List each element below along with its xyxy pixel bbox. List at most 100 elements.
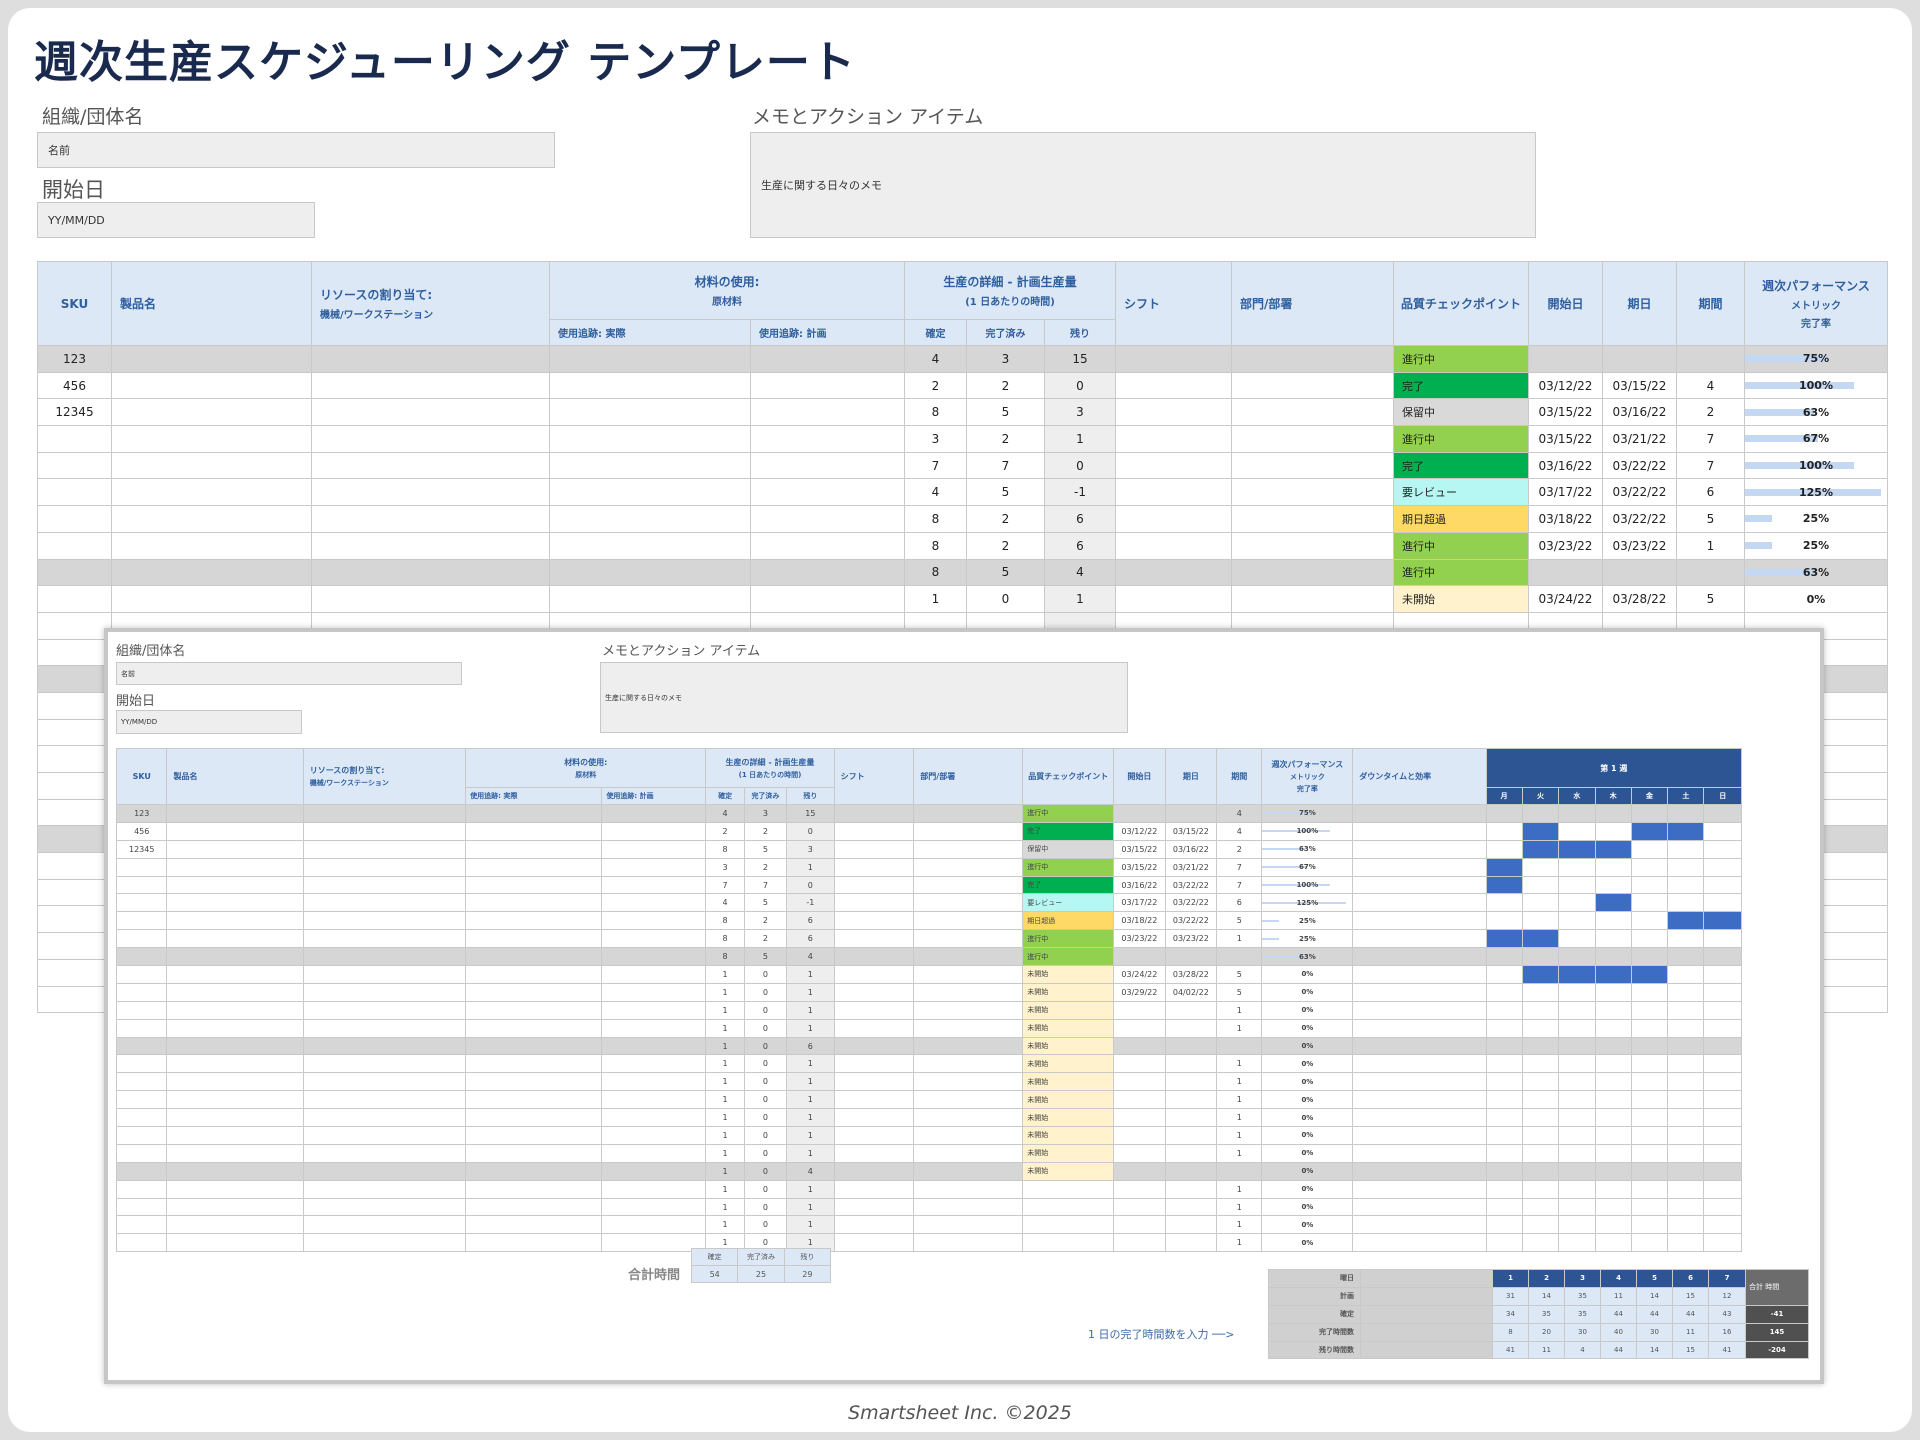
resource-cell[interactable] <box>311 451 550 480</box>
completed-cell[interactable]: 0 <box>743 1108 788 1128</box>
due-date-cell[interactable] <box>1602 345 1677 373</box>
gantt-cell[interactable] <box>1558 857 1596 877</box>
start-date-cell[interactable]: 03/15/22 <box>1113 857 1166 877</box>
usage-plan-cell[interactable] <box>601 1054 707 1074</box>
gantt-cell[interactable] <box>1667 1143 1705 1163</box>
gantt-cell[interactable] <box>1630 1054 1669 1074</box>
gantt-cell[interactable] <box>1558 947 1596 967</box>
status-badge[interactable]: 未開始 <box>1022 1054 1115 1074</box>
sku-cell[interactable] <box>115 929 168 949</box>
due-date-cell[interactable] <box>1164 1143 1218 1163</box>
gantt-cell[interactable] <box>1485 982 1523 1002</box>
gantt-cell[interactable] <box>1521 839 1560 859</box>
gantt-cell[interactable] <box>1521 1072 1560 1092</box>
start-date-cell[interactable]: 03/18/22 <box>1528 505 1603 533</box>
shift-cell[interactable] <box>833 1090 915 1110</box>
sku-cell[interactable] <box>37 558 112 587</box>
sku-cell[interactable] <box>115 1054 168 1074</box>
sku-cell[interactable]: 123 <box>115 804 168 823</box>
downtime-cell[interactable] <box>1352 1090 1487 1110</box>
gantt-cell[interactable] <box>1703 1215 1742 1235</box>
confirmed-cell[interactable]: 1 <box>705 1143 745 1163</box>
gantt-cell[interactable] <box>1558 965 1596 984</box>
gantt-cell[interactable] <box>1703 1161 1742 1181</box>
gantt-cell[interactable] <box>1630 947 1669 967</box>
sku-cell[interactable] <box>37 478 112 507</box>
completed-cell[interactable]: 2 <box>966 425 1045 453</box>
completed-cell[interactable]: 2 <box>743 857 788 877</box>
dept-cell[interactable] <box>1231 505 1394 533</box>
status-badge[interactable]: 完了 <box>1022 821 1115 841</box>
status-badge[interactable]: 完了 <box>1022 875 1115 895</box>
start-date-cell[interactable] <box>1113 1072 1166 1092</box>
gantt-cell[interactable] <box>1521 893 1560 913</box>
due-date-cell[interactable]: 03/22/22 <box>1164 911 1218 931</box>
usage-actual-cell[interactable] <box>465 804 603 823</box>
downtime-cell[interactable] <box>1352 875 1487 895</box>
gantt-cell[interactable] <box>1630 1179 1669 1199</box>
due-date-cell[interactable] <box>1164 1036 1218 1056</box>
confirmed-cell[interactable]: 1 <box>705 1036 745 1056</box>
usage-plan-cell[interactable] <box>750 558 905 587</box>
gantt-cell[interactable] <box>1594 1036 1632 1056</box>
gantt-cell[interactable] <box>1521 929 1560 949</box>
due-date-cell[interactable]: 03/22/22 <box>1602 505 1677 533</box>
status-badge[interactable]: 完了 <box>1393 451 1529 480</box>
start-date-cell[interactable] <box>1113 1108 1166 1128</box>
gantt-cell[interactable] <box>1521 1215 1560 1235</box>
due-date-cell[interactable]: 03/21/22 <box>1602 425 1677 453</box>
gantt-cell[interactable] <box>1594 839 1632 859</box>
start-date-cell[interactable]: 03/18/22 <box>1113 911 1166 931</box>
gantt-cell[interactable] <box>1703 1126 1742 1145</box>
product-cell[interactable] <box>111 558 312 587</box>
due-date-cell[interactable]: 03/23/22 <box>1164 929 1218 949</box>
gantt-cell[interactable] <box>1667 839 1705 859</box>
sku-cell[interactable] <box>115 982 168 1002</box>
status-badge[interactable] <box>1022 1215 1115 1235</box>
confirmed-cell[interactable]: 3 <box>705 857 745 877</box>
usage-actual-cell[interactable] <box>465 839 603 859</box>
gantt-cell[interactable] <box>1667 1000 1705 1020</box>
gantt-cell[interactable] <box>1521 1233 1560 1253</box>
completed-cell[interactable]: 7 <box>966 451 1045 480</box>
status-badge[interactable]: 未開始 <box>1022 1018 1115 1038</box>
confirmed-cell[interactable]: 8 <box>705 929 745 949</box>
gantt-cell[interactable] <box>1667 1072 1705 1092</box>
resource-cell[interactable] <box>302 1108 467 1128</box>
status-badge[interactable]: 進行中 <box>1022 929 1115 949</box>
due-date-cell[interactable]: 03/28/22 <box>1164 965 1218 984</box>
sku-cell[interactable] <box>115 947 168 967</box>
shift-cell[interactable] <box>833 1179 915 1199</box>
usage-plan-cell[interactable] <box>601 875 707 895</box>
dept-cell[interactable] <box>1231 398 1394 427</box>
gantt-cell[interactable] <box>1521 1054 1560 1074</box>
gantt-cell[interactable] <box>1594 1090 1632 1110</box>
dept-cell[interactable] <box>913 1108 1024 1128</box>
resource-cell[interactable] <box>302 893 467 913</box>
resource-cell[interactable] <box>302 1215 467 1235</box>
downtime-cell[interactable] <box>1352 1215 1487 1235</box>
gantt-cell[interactable] <box>1594 804 1632 823</box>
usage-actual-cell[interactable] <box>465 1233 603 1253</box>
shift-cell[interactable] <box>833 929 915 949</box>
sku-cell[interactable] <box>37 425 112 453</box>
usage-actual-cell[interactable] <box>549 585 751 613</box>
downtime-cell[interactable] <box>1352 893 1487 913</box>
resource-cell[interactable] <box>311 371 550 400</box>
confirmed-cell[interactable]: 8 <box>904 531 967 560</box>
gantt-cell[interactable] <box>1703 1143 1742 1163</box>
gantt-cell[interactable] <box>1521 1179 1560 1199</box>
downtime-cell[interactable] <box>1352 1108 1487 1128</box>
dept-cell[interactable] <box>913 1018 1024 1038</box>
product-cell[interactable] <box>166 1054 304 1074</box>
gantt-cell[interactable] <box>1521 1143 1560 1163</box>
confirmed-cell[interactable]: 3 <box>904 425 967 453</box>
completed-cell[interactable]: 2 <box>966 371 1045 400</box>
dept-cell[interactable] <box>913 1143 1024 1163</box>
gantt-cell[interactable] <box>1558 1179 1596 1199</box>
usage-plan-cell[interactable] <box>750 425 905 453</box>
start-date-cell[interactable] <box>1113 804 1166 823</box>
dept-cell[interactable] <box>913 1126 1024 1145</box>
product-cell[interactable] <box>166 982 304 1002</box>
dept-cell[interactable] <box>913 1000 1024 1020</box>
